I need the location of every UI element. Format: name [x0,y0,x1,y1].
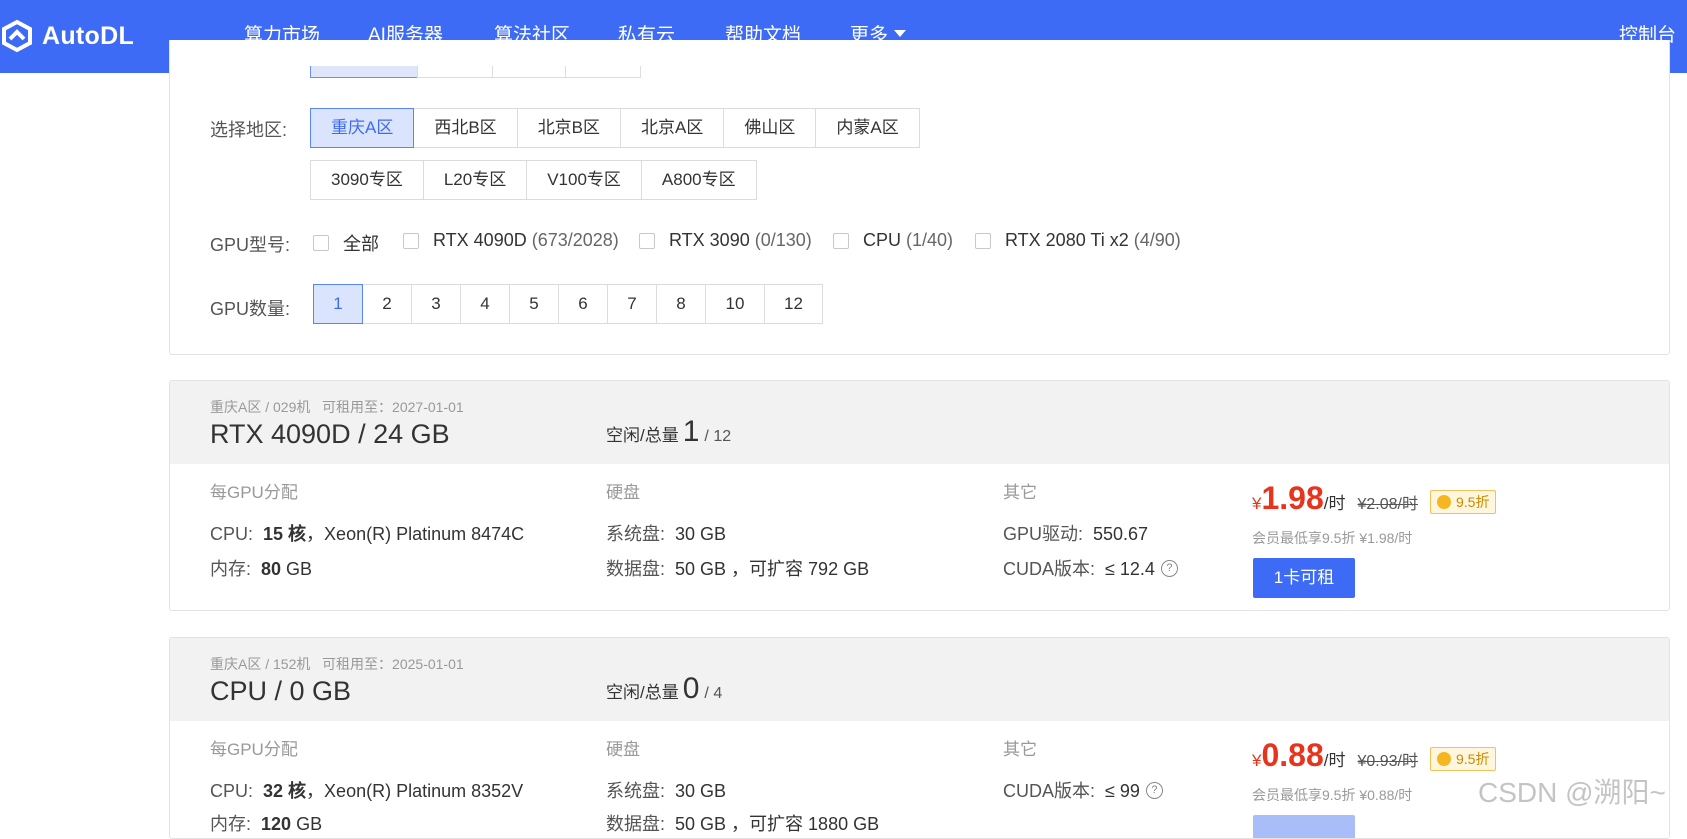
system-disk: 系统盘: 30 GB [606,781,727,801]
gpu-count-option[interactable]: 1 [313,284,363,324]
memory-spec: 内存: 120 GB [210,814,323,834]
member-price-note: 会员最低享9.5折 ¥0.88/时 [1252,787,1413,803]
chevron-down-icon [894,30,907,38]
help-icon[interactable]: ? [1160,559,1178,577]
gpu-model-4090d[interactable]: RTX 4090D (673/2028) [403,230,619,251]
logo-text: AutoDL [42,21,135,50]
region-zone-selector: 3090专区 L20专区 V100专区 A800专区 [310,160,757,200]
gpu-model-all[interactable]: 全部 [313,230,379,256]
machine-card-header: 重庆A区 / 152机 可租用至：2025-01-01 CPU / 0 GB 空… [170,638,1669,721]
coin-icon [1436,751,1451,766]
cpu-spec: CPU: 32 核，Xeon(R) Platinum 8352V [210,781,524,801]
gpu-count-option[interactable]: 6 [558,284,608,324]
region-beijing-b[interactable]: 北京B区 [516,108,622,148]
gpu-count-option[interactable]: 4 [460,284,510,324]
idle-total: 空闲/总量 1/ 12 [606,415,732,448]
member-price-note: 会员最低享9.5折 ¥1.98/时 [1252,530,1413,546]
idle-total: 空闲/总量 0/ 4 [606,672,723,705]
data-disk: 数据盘: 50 GB ，可扩容 1880 GB [606,814,880,834]
per-gpu-header: 每GPU分配 [210,740,298,759]
cuda-version: CUDA版本: ≤ 12.4? [1003,555,1178,581]
gpu-model-cpu[interactable]: CPU (1/40) [833,230,953,251]
gpu-count-label: GPU数量: [210,299,291,319]
machine-card: 重庆A区 / 029机 可租用至：2027-01-01 RTX 4090D / … [169,380,1670,611]
region-northwest-b[interactable]: 西北B区 [413,108,518,148]
scrolled-tab-stub [492,66,568,78]
price: ¥0.88/时 ¥0.93/时 9.5折 [1252,737,1497,774]
region-neimeng-a[interactable]: 内蒙A区 [815,108,920,148]
zone-a800[interactable]: A800专区 [640,160,757,200]
gpu-count-option[interactable]: 8 [656,284,706,324]
memory-spec: 内存: 80 GB [210,559,313,579]
region-label: 选择地区: [210,120,288,140]
gpu-count-option[interactable]: 10 [705,284,765,324]
autodl-logo-icon [2,19,32,53]
gpu-count-option[interactable]: 5 [509,284,559,324]
cuda-version: CUDA版本: ≤ 99? [1003,777,1163,803]
per-gpu-header: 每GPU分配 [210,483,298,502]
zone-3090[interactable]: 3090专区 [310,160,424,200]
gpu-model-label: GPU型号: [210,235,291,255]
help-icon[interactable]: ? [1145,781,1163,799]
gpu-driver: GPU驱动: 550.67 [1003,524,1149,544]
price: ¥1.98/时 ¥2.08/时 9.5折 [1252,480,1497,517]
region-chongqing-a[interactable]: 重庆A区 [310,108,415,148]
checkbox[interactable] [975,232,991,249]
gpu-count-option[interactable]: 7 [607,284,657,324]
coin-icon [1436,494,1451,509]
logo[interactable]: AutoDL [0,16,134,56]
zone-l20[interactable]: L20专区 [422,160,528,200]
discount-badge: 9.5折 [1429,746,1497,771]
machine-card-header: 重庆A区 / 029机 可租用至：2027-01-01 RTX 4090D / … [170,381,1669,464]
machine-title: RTX 4090D / 24 GB [210,419,450,449]
region-foshan[interactable]: 佛山区 [723,108,817,148]
system-disk: 系统盘: 30 GB [606,524,727,544]
rent-button[interactable]: 1卡可租 [1253,558,1355,598]
checkbox[interactable] [403,232,419,249]
gpu-count-selector: 1 2 3 4 5 6 7 8 10 12 [313,284,823,324]
other-header: 其它 [1003,483,1037,502]
zone-v100[interactable]: V100专区 [526,160,642,200]
machine-location: 重庆A区 / 152机 可租用至：2025-01-01 [210,656,464,672]
checkbox[interactable] [313,235,329,251]
checkbox[interactable] [833,232,849,249]
scrolled-tab-stub [565,66,641,78]
disk-header: 硬盘 [606,740,640,759]
machine-card: 重庆A区 / 152机 可租用至：2025-01-01 CPU / 0 GB 空… [169,637,1670,839]
region-beijing-a[interactable]: 北京A区 [620,108,725,148]
gpu-model-3090[interactable]: RTX 3090 (0/130) [639,230,812,251]
checkbox[interactable] [639,232,655,249]
region-selector: 重庆A区 西北B区 北京B区 北京A区 佛山区 内蒙A区 [310,108,920,148]
gpu-count-option[interactable]: 3 [411,284,461,324]
other-header: 其它 [1003,740,1037,759]
rent-button[interactable] [1253,815,1355,838]
watermark: CSDN @溯阳~ [1478,777,1666,808]
gpu-count-option[interactable]: 12 [764,284,823,324]
gpu-model-2080ti-x2[interactable]: RTX 2080 Ti x2 (4/90) [975,230,1181,251]
discount-badge: 9.5折 [1429,489,1497,514]
gpu-count-option[interactable]: 2 [362,284,412,324]
scrolled-tab-stub [417,66,495,78]
scrolled-tab-stub [310,66,419,78]
data-disk: 数据盘: 50 GB ，可扩容 792 GB [606,559,870,579]
machine-location: 重庆A区 / 029机 可租用至：2027-01-01 [210,399,464,415]
cpu-spec: CPU: 15 核，Xeon(R) Platinum 8474C [210,524,525,544]
machine-title: CPU / 0 GB [210,676,352,706]
disk-header: 硬盘 [606,483,640,502]
